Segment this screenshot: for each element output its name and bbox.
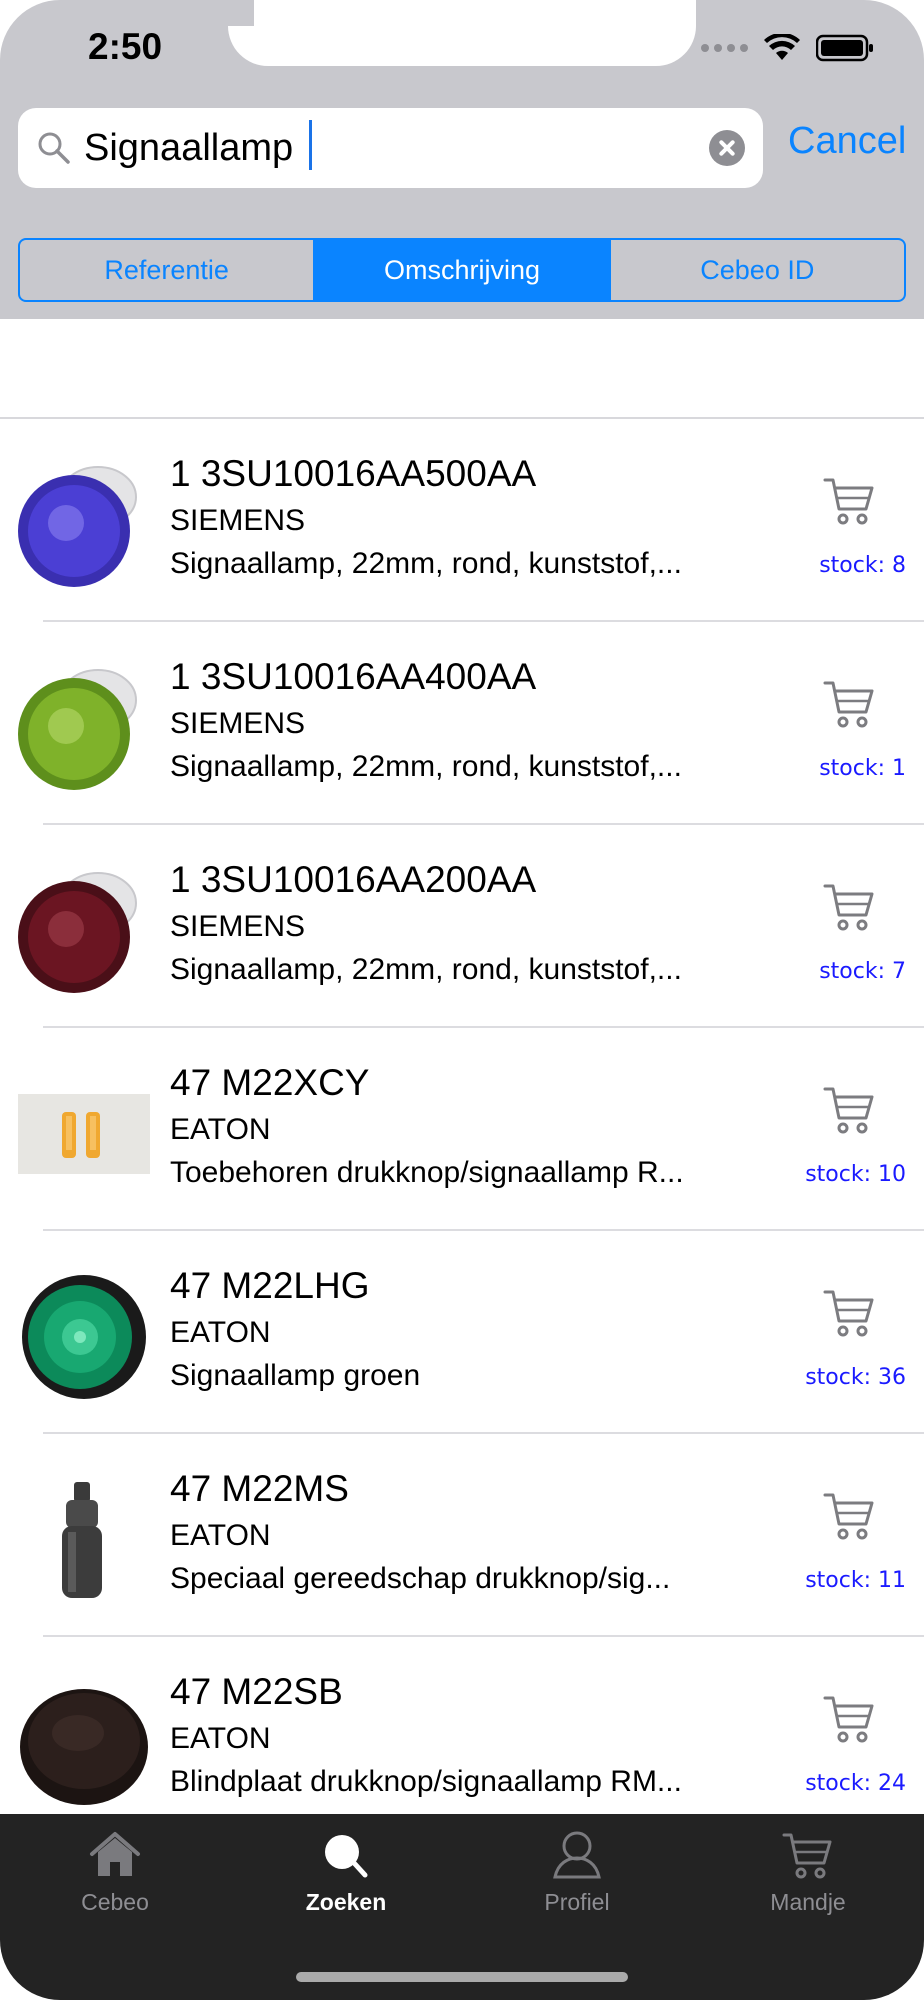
home-icon: [90, 1832, 140, 1876]
product-image: [18, 1068, 150, 1200]
search-icon: [325, 1835, 368, 1878]
add-to-cart-icon[interactable]: [822, 881, 878, 933]
product-reference: 47 M22XCY: [170, 1062, 370, 1103]
segment-omschrijving[interactable]: Omschrijving: [315, 240, 611, 300]
profile-icon: [553, 1831, 601, 1879]
tab-profiel[interactable]: Profiel: [477, 1830, 677, 1916]
result-row[interactable]: 47 M22XCY EATON Toebehoren drukknop/sign…: [0, 1028, 924, 1231]
tab-label: Profiel: [544, 1889, 610, 1915]
add-to-cart-icon[interactable]: [822, 1693, 878, 1745]
app-screen: 2:50 Cancel: [0, 0, 924, 2000]
product-reference: 47 M22SB: [170, 1671, 343, 1712]
result-row[interactable]: 1 3SU10016AA200AA SIEMENS Signaallamp, 2…: [0, 825, 924, 1028]
tab-bar: Cebeo Zoeken Profiel Mandje: [0, 1814, 924, 2000]
product-image: [18, 1677, 150, 1809]
status-icons: [701, 34, 874, 62]
stock-count: stock: 1: [819, 756, 906, 781]
product-reference: 1 3SU10016AA500AA: [170, 453, 537, 494]
result-row[interactable]: 47 M22SB EATON Blindplaat drukknop/signa…: [0, 1637, 924, 1814]
cellular-signal-icon: [701, 44, 748, 52]
tab-label: Cebeo: [81, 1889, 149, 1915]
tab-label: Mandje: [770, 1889, 846, 1915]
product-image: [18, 662, 150, 794]
add-to-cart-icon[interactable]: [822, 475, 878, 527]
result-row[interactable]: 1 3SU10016AA400AA SIEMENS Signaallamp, 2…: [0, 622, 924, 825]
product-description: Signaallamp, 22mm, rond, kunststof,...: [170, 953, 682, 986]
battery-icon: [816, 34, 873, 62]
tab-label: Zoeken: [305, 1889, 387, 1915]
wifi-icon: [764, 34, 800, 60]
product-description: Toebehoren drukknop/signaallamp R...: [170, 1156, 684, 1189]
stock-count: stock: 36: [805, 1365, 906, 1390]
add-to-cart-icon[interactable]: [822, 1084, 878, 1136]
result-row[interactable]: 1 3SU10016AA500AA SIEMENS Signaallamp, 2…: [0, 419, 924, 622]
stock-count: stock: 24: [805, 1771, 906, 1796]
product-reference: 47 M22LHG: [170, 1265, 370, 1306]
tab-zoeken[interactable]: Zoeken: [246, 1830, 446, 1916]
product-description: Signaallamp, 22mm, rond, kunststof,...: [170, 547, 682, 580]
product-brand: SIEMENS: [170, 707, 306, 740]
product-description: Blindplaat drukknop/signaallamp RM...: [170, 1765, 682, 1798]
search-input[interactable]: [84, 118, 704, 178]
product-description: Signaallamp, 22mm, rond, kunststof,...: [170, 750, 682, 783]
product-brand: EATON: [170, 1722, 271, 1755]
search-bar[interactable]: [18, 108, 763, 188]
add-to-cart-icon[interactable]: [822, 1490, 878, 1542]
product-image: [18, 1474, 150, 1606]
result-row[interactable]: 47 M22MS EATON Speciaal gereedschap druk…: [0, 1434, 924, 1637]
search-header: 2:50 Cancel: [0, 0, 924, 319]
product-image: [18, 1271, 150, 1403]
stock-count: stock: 10: [805, 1162, 906, 1187]
stock-count: stock: 8: [819, 553, 906, 578]
product-brand: SIEMENS: [170, 504, 306, 537]
cart-icon: [782, 1833, 832, 1879]
stock-count: stock: 11: [805, 1568, 906, 1593]
segment-cebeo-id[interactable]: Cebeo ID: [611, 240, 904, 300]
segment-referentie[interactable]: Referentie: [20, 240, 316, 300]
product-brand: EATON: [170, 1519, 271, 1552]
product-reference: 1 3SU10016AA200AA: [170, 859, 537, 900]
product-brand: EATON: [170, 1316, 271, 1349]
cancel-button[interactable]: Cancel: [788, 120, 906, 163]
magnifier-icon: [38, 132, 70, 164]
home-indicator[interactable]: [296, 1972, 628, 1982]
text-cursor: [309, 120, 312, 170]
result-row[interactable]: 47 M22LHG EATON Signaallamp groen stock:…: [0, 1231, 924, 1434]
product-image: [18, 865, 150, 997]
results-list[interactable]: 1 3SU10016AA500AA SIEMENS Signaallamp, 2…: [0, 319, 924, 1814]
add-to-cart-icon[interactable]: [822, 1287, 878, 1339]
add-to-cart-icon[interactable]: [822, 678, 878, 730]
product-reference: 1 3SU10016AA400AA: [170, 656, 537, 697]
search-mode-segmented-control: Referentie Omschrijving Cebeo ID: [18, 238, 906, 302]
device-notch: [228, 0, 696, 66]
tab-cebeo[interactable]: Cebeo: [15, 1830, 215, 1916]
status-time: 2:50: [88, 26, 163, 67]
clear-search-button[interactable]: [709, 130, 745, 166]
product-brand: SIEMENS: [170, 910, 306, 943]
product-brand: EATON: [170, 1113, 271, 1146]
stock-count: stock: 7: [819, 959, 906, 984]
product-description: Signaallamp groen: [170, 1359, 421, 1392]
product-description: Speciaal gereedschap drukknop/sig...: [170, 1562, 671, 1595]
tab-mandje[interactable]: Mandje: [708, 1830, 908, 1916]
product-reference: 47 M22MS: [170, 1468, 349, 1509]
product-image: [18, 459, 150, 591]
